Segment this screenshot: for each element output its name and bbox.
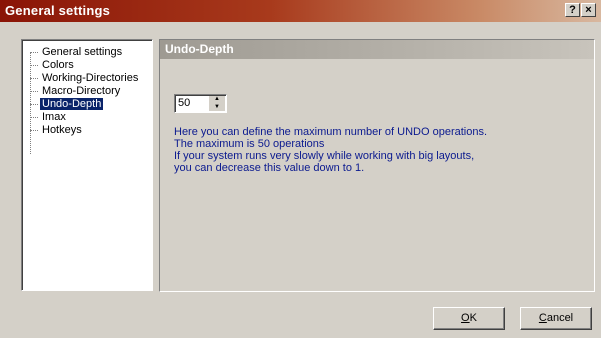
tree-item-imax[interactable]: Imax	[30, 111, 68, 124]
description-line: If your system runs very slowly while wo…	[174, 150, 475, 162]
tree-item-hotkeys[interactable]: Hotkeys	[30, 124, 84, 137]
ok-label-rest: K	[469, 312, 477, 324]
panel-header: Undo-Depth	[160, 40, 594, 59]
cancel-mnemonic: C	[538, 312, 547, 324]
tree-item-general-settings[interactable]: General settings	[30, 46, 124, 59]
spin-up-icon[interactable]: ▲	[209, 96, 225, 103]
window-title: General settings	[5, 3, 111, 18]
description-line: The maximum is 50 operations	[174, 138, 325, 150]
tree-item-colors[interactable]: Colors	[30, 59, 76, 72]
cancel-label-rest: ancel	[546, 312, 574, 324]
title-bar: General settings ? ×	[0, 0, 601, 22]
undo-depth-value[interactable]: 50	[178, 97, 190, 110]
spinner-buttons: ▲ ▼	[209, 96, 225, 111]
description-line: Here you can define the maximum number o…	[174, 126, 488, 138]
tree-item-undo-depth[interactable]: Undo-Depth	[30, 98, 104, 111]
tree-item-working-directories[interactable]: Working-Directories	[30, 72, 140, 85]
undo-description: Here you can define the maximum number o…	[174, 126, 584, 174]
spin-down-icon[interactable]: ▼	[209, 104, 225, 111]
undo-depth-spinner[interactable]: 50 ▲ ▼	[174, 94, 227, 113]
ok-button[interactable]: OK	[433, 307, 505, 330]
help-button[interactable]: ?	[565, 3, 580, 17]
settings-tree[interactable]: General settings Colors Working-Director…	[21, 39, 153, 291]
settings-panel: Undo-Depth 50 ▲ ▼ Here you can define th…	[159, 39, 595, 292]
description-line: you can decrease this value down to 1.	[174, 162, 365, 174]
cancel-button[interactable]: Cancel	[520, 307, 592, 330]
tree-item-macro-directory[interactable]: Macro-Directory	[30, 85, 122, 98]
ok-mnemonic: O	[461, 312, 470, 324]
close-button[interactable]: ×	[581, 3, 596, 17]
